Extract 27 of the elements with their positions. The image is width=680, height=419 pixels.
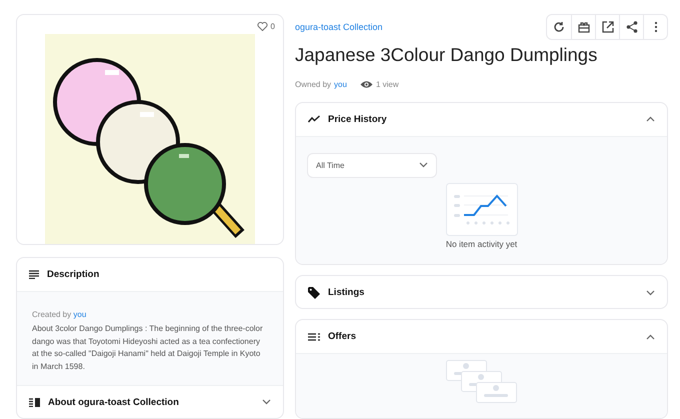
share-icon — [626, 20, 638, 32]
external-link-icon — [602, 20, 614, 32]
item-title: Japanese 3Colour Dango Dumplings — [295, 43, 598, 67]
heart-icon[interactable] — [256, 21, 268, 31]
time-range-select[interactable]: All Time — [307, 152, 437, 178]
creator-link[interactable]: you — [73, 310, 86, 320]
tag-icon — [308, 286, 320, 299]
panel-title: Description — [47, 269, 100, 280]
section-header[interactable]: Listings — [296, 276, 667, 308]
gift-icon — [578, 20, 590, 32]
description-text: About 3color Dango Dumplings : The beginning of the three-color dango was that Toyotomi Hideyoshi acted as a tea confectionery at the so-called "Daigoji Hanami" held at Daigoji Temple in Kyoto in March 1598. — [32, 323, 264, 373]
owner-link[interactable]: you — [334, 80, 347, 90]
like-count: 0 — [270, 22, 275, 30]
trend-icon — [308, 115, 320, 124]
created-by-label: Created by — [32, 310, 72, 320]
refresh-icon — [553, 20, 565, 32]
collection-link[interactable]: ogura-toast Collection — [295, 22, 383, 32]
about-header[interactable]: About ogura-toast Collection — [17, 386, 283, 418]
view-count: 1 view — [376, 80, 399, 90]
empty-state-text: No item activity yet — [446, 238, 518, 249]
list-icon — [308, 332, 320, 341]
lines-icon — [29, 270, 39, 280]
owned-by-label: Owned by — [295, 80, 332, 90]
chevron-icon — [419, 162, 428, 168]
columns-icon — [29, 398, 40, 407]
eye-icon — [360, 80, 373, 90]
empty-chart-drawing — [446, 182, 518, 236]
